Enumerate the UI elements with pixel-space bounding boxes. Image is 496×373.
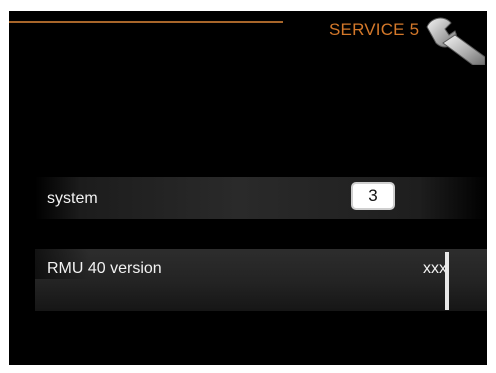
rmu-version-row[interactable]: RMU 40 version xxx (35, 249, 487, 311)
display-screen: SERVICE 5 system 3 RMU 40 version xxx (9, 11, 487, 365)
header-divider (9, 21, 283, 23)
wrench-icon (426, 17, 485, 65)
scrollbar[interactable] (445, 252, 449, 310)
rmu-version-value: xxx (423, 260, 447, 277)
system-row[interactable]: system 3 (35, 177, 487, 219)
system-label: system (47, 190, 98, 207)
page-title: SERVICE 5 (329, 20, 420, 39)
system-value-field[interactable]: 3 (351, 182, 395, 210)
rmu-version-label: RMU 40 version (47, 260, 162, 277)
